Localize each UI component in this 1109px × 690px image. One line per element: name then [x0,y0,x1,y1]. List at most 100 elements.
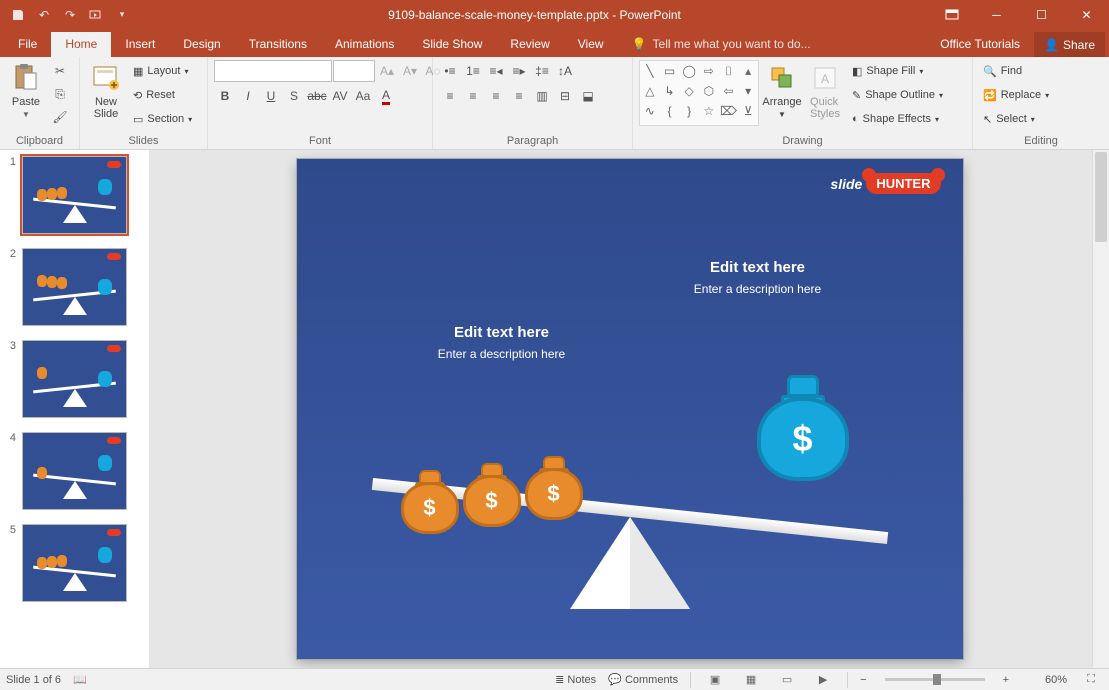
zoom-thumb[interactable] [933,674,941,685]
zoom-slider[interactable] [885,678,985,681]
justify-button[interactable]: ≡ [508,85,530,107]
align-center-button[interactable]: ≡ [462,85,484,107]
zoom-percent[interactable]: 60% [1021,674,1067,686]
gallery-up-icon[interactable]: ▴ [738,61,758,81]
tab-animations[interactable]: Animations [321,32,408,57]
shape-diamond-icon[interactable]: ◇ [679,81,699,101]
decrease-font-button[interactable]: A▾ [399,60,421,82]
shape-star-icon[interactable]: ☆ [699,101,719,121]
reading-view-button[interactable]: ▭ [775,670,799,690]
shape-fill-button[interactable]: ◧Shape Fill ▾ [848,60,947,82]
copy-button[interactable]: ⎘ [49,83,71,105]
redo-icon[interactable]: ↷ [58,3,82,27]
char-spacing-button[interactable]: AV [329,85,351,107]
tab-office-tutorials[interactable]: Office Tutorials [926,32,1034,57]
align-text-button[interactable]: ⊟ [554,85,576,107]
spellcheck-icon[interactable]: 📖 [73,673,87,686]
gallery-more-icon[interactable]: ⊻ [738,101,758,121]
change-case-button[interactable]: Aa [352,85,374,107]
font-family-input[interactable] [214,60,332,82]
thumb-item[interactable]: 1 [4,156,141,234]
shape-line-icon[interactable]: ╲ [640,61,660,81]
maximize-icon[interactable]: ☐ [1019,0,1064,29]
select-button[interactable]: ↖Select ▾ [979,108,1053,130]
tab-home[interactable]: Home [51,32,111,57]
notes-button[interactable]: ≣ Notes [555,673,596,686]
thumb-item[interactable]: 4 [4,432,141,510]
layout-button[interactable]: ▦Layout ▾ [129,60,196,82]
shape-connector-icon[interactable]: ↳ [660,81,680,101]
slide-editor[interactable]: slide HUNTER Edit text here Enter a desc… [150,150,1109,668]
shadow-button[interactable]: S [283,85,305,107]
ribbon-options-icon[interactable] [929,0,974,29]
slide-thumbnail-5[interactable] [22,524,127,602]
vertical-scrollbar[interactable] [1092,150,1109,668]
save-icon[interactable] [6,3,30,27]
tell-me-search[interactable]: 💡Tell me what you want to do... [618,32,825,57]
increase-indent-button[interactable]: ≡▸ [508,60,530,82]
shape-outline-button[interactable]: ✎Shape Outline ▾ [848,84,947,106]
underline-button[interactable]: U [260,85,282,107]
zoom-in-button[interactable]: + [1003,674,1009,686]
format-painter-button[interactable]: 🖌 [49,106,71,128]
strikethrough-button[interactable]: abc [306,85,328,107]
font-color-button[interactable]: A [375,85,397,107]
slideshow-view-button[interactable]: ▶ [811,670,835,690]
cut-button[interactable]: ✂ [49,60,71,82]
tab-insert[interactable]: Insert [111,32,169,57]
shapes-gallery[interactable]: ╲▭◯⇨⌷▴ △↳◇⬡⇦▾ ∿{}☆⌦⊻ [639,60,759,126]
slide-thumbnail-3[interactable] [22,340,127,418]
qat-customize-icon[interactable]: ▾ [110,3,134,27]
smartart-button[interactable]: ⬓ [577,85,599,107]
find-button[interactable]: 🔍Find [979,60,1053,82]
shape-rect-icon[interactable]: ▭ [660,61,680,81]
tab-file[interactable]: File [4,32,51,57]
zoom-out-button[interactable]: − [860,674,866,686]
tab-slideshow[interactable]: Slide Show [408,32,496,57]
tab-review[interactable]: Review [496,32,563,57]
replace-button[interactable]: 🔁Replace ▾ [979,84,1053,106]
scroll-thumb[interactable] [1095,152,1107,242]
align-left-button[interactable]: ≡ [439,85,461,107]
quick-styles-button[interactable]: A Quick Styles [805,60,845,120]
bold-button[interactable]: B [214,85,236,107]
new-slide-button[interactable]: New Slide [86,60,126,120]
paste-button[interactable]: Paste ▼ [6,60,46,119]
comments-button[interactable]: 💬 Comments [608,673,678,686]
close-icon[interactable]: ✕ [1064,0,1109,29]
right-text-block[interactable]: Edit text here Enter a description here [633,259,883,296]
tab-transitions[interactable]: Transitions [235,32,321,57]
shape-oval-icon[interactable]: ◯ [679,61,699,81]
text-direction-button[interactable]: ↕A [554,60,576,82]
minimize-icon[interactable]: ─ [974,0,1019,29]
increase-font-button[interactable]: A▴ [376,60,398,82]
shape-arrow2-icon[interactable]: ⇦ [719,81,739,101]
shape-brace2-icon[interactable]: } [679,101,699,121]
shape-textbox-icon[interactable]: ⌷ [719,61,739,81]
shape-brace-icon[interactable]: { [660,101,680,121]
arrange-button[interactable]: Arrange▼ [762,60,802,119]
numbering-button[interactable]: 1≡ [462,60,484,82]
normal-view-button[interactable]: ▣ [703,670,727,690]
italic-button[interactable]: I [237,85,259,107]
shape-curve-icon[interactable]: ∿ [640,101,660,121]
align-right-button[interactable]: ≡ [485,85,507,107]
reset-button[interactable]: ⟲Reset [129,84,196,106]
shape-arrow-icon[interactable]: ⇨ [699,61,719,81]
share-button[interactable]: 👤Share [1034,32,1105,57]
font-size-input[interactable] [333,60,375,82]
slide-thumbnail-1[interactable] [22,156,127,234]
columns-button[interactable]: ▥ [531,85,553,107]
slide-thumbnail-2[interactable] [22,248,127,326]
shape-callout-icon[interactable]: ⌦ [719,101,739,121]
thumb-item[interactable]: 3 [4,340,141,418]
sorter-view-button[interactable]: ▦ [739,670,763,690]
line-spacing-button[interactable]: ‡≡ [531,60,553,82]
slide-thumbnail-4[interactable] [22,432,127,510]
tab-design[interactable]: Design [169,32,234,57]
fit-to-window-button[interactable]: ⛶ [1079,670,1103,690]
shape-effects-button[interactable]: ◐Shape Effects ▾ [848,108,947,130]
bullets-button[interactable]: •≡ [439,60,461,82]
tab-view[interactable]: View [564,32,618,57]
section-button[interactable]: ▭Section ▾ [129,108,196,130]
